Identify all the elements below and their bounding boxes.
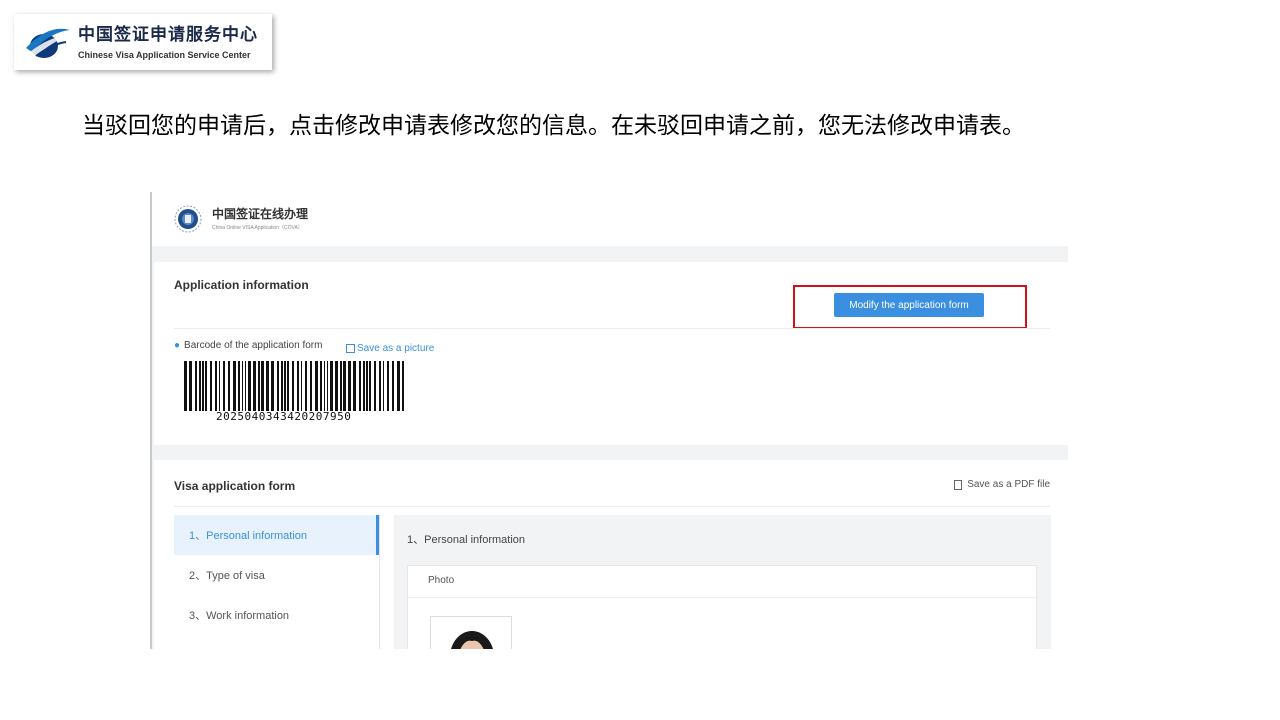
visa-center-logo: 中国签证申请服务中心 Chinese Visa Application Serv… <box>14 14 272 70</box>
save-as-picture-link[interactable]: Save as a picture <box>346 343 434 354</box>
save-as-pdf-link[interactable]: Save as a PDF file <box>954 479 1050 490</box>
visa-form-heading: Visa application form <box>174 479 296 493</box>
application-info-heading: Application information <box>174 278 309 292</box>
barcode-bar <box>202 361 204 411</box>
section-title: 1、Personal information <box>407 534 526 546</box>
cova-header: 中国签证在线办理 China Online VISA Application（C… <box>152 192 1068 246</box>
barcode-bar <box>320 361 322 411</box>
barcode-bar <box>233 361 236 411</box>
barcode-bar <box>305 361 307 411</box>
cova-screenshot: 中国签证在线办理 China Online VISA Application（C… <box>150 192 1068 649</box>
barcode-bar <box>287 361 289 411</box>
barcode-bar <box>348 361 351 411</box>
photo-label: Photo <box>428 575 455 586</box>
nav-item-label: 3、Work information <box>189 610 290 622</box>
barcode-bar <box>292 361 294 411</box>
barcode-bar <box>343 361 346 411</box>
barcode-bar <box>242 361 243 411</box>
barcode-bar <box>189 361 192 411</box>
barcode-bar <box>297 361 299 411</box>
applicant-photo <box>430 616 512 649</box>
highlight-annotation-box <box>793 285 1027 329</box>
save-icon <box>346 344 355 353</box>
barcode-bar <box>261 361 264 411</box>
nav-item-label: 1、Personal information <box>189 530 308 542</box>
barcode-bar <box>379 361 381 411</box>
nav-item-personal-information[interactable]: 1、Personal information <box>174 515 379 555</box>
barcode-bar <box>363 361 365 411</box>
barcode-bar <box>353 361 356 411</box>
barcode-bar <box>281 361 283 411</box>
barcode-bar <box>210 361 212 411</box>
barcode-label: ● Barcode of the application form <box>174 340 322 351</box>
divider <box>174 506 1050 507</box>
form-section-nav: 1、Personal information 2、Type of visa 3、… <box>174 515 380 649</box>
bullet-dot-icon: ● <box>174 340 181 351</box>
nav-item-type-of-visa[interactable]: 2、Type of visa <box>174 555 379 595</box>
divider <box>408 597 1036 598</box>
application-info-card: Application information Modify the appli… <box>154 262 1068 445</box>
barcode-bar <box>397 361 400 411</box>
barcode-bar <box>248 361 251 411</box>
logo-english-text: Chinese Visa Application Service Center <box>78 49 251 60</box>
barcode-bar <box>215 361 217 411</box>
photo-card: Photo <box>407 565 1037 649</box>
barcode-bar <box>301 361 302 411</box>
nav-item-work-information[interactable]: 3、Work information <box>174 595 379 635</box>
barcode-bar <box>310 361 312 411</box>
barcode-bar <box>374 361 376 411</box>
barcode-bar <box>402 361 404 411</box>
barcode-bar <box>266 361 269 411</box>
barcode-bar <box>340 361 342 411</box>
barcode-bar <box>366 361 368 411</box>
pdf-save-icon <box>954 479 963 490</box>
barcode-bar <box>184 361 187 411</box>
cova-emblem-icon <box>174 205 202 233</box>
logo-chinese-text: 中国签证申请服务中心 <box>78 24 258 45</box>
barcode-bar <box>205 361 207 411</box>
barcode-bar <box>315 361 318 411</box>
barcode-bar <box>324 361 325 411</box>
application-barcode <box>184 361 404 411</box>
cova-title: 中国签证在线办理 <box>212 207 309 221</box>
barcode-bar <box>330 361 333 411</box>
barcode-bar <box>392 361 394 411</box>
barcode-bar <box>369 361 371 411</box>
barcode-bar <box>258 361 260 411</box>
barcode-bar <box>228 361 230 411</box>
nav-item-label: 2、Type of visa <box>189 570 265 582</box>
visa-form-card: Visa application form Save as a PDF file… <box>154 460 1068 649</box>
barcode-bar <box>253 361 256 411</box>
barcode-bar <box>271 361 274 411</box>
barcode-label-text: Barcode of the application form <box>184 340 323 351</box>
barcode-number: 2025040343420207950 <box>216 410 352 423</box>
person-photo-icon <box>451 631 493 649</box>
globe-swoosh-icon <box>26 28 70 58</box>
barcode-bar <box>245 361 246 411</box>
barcode-bar <box>335 361 338 411</box>
barcode-bar <box>223 361 225 411</box>
form-content-panel: 1、Personal information Photo <box>394 515 1051 649</box>
barcode-bar <box>277 361 279 411</box>
cova-subtitle: China Online VISA Application（COVA） <box>212 225 303 231</box>
save-as-pdf-text: Save as a PDF file <box>967 479 1050 490</box>
barcode-bar <box>359 361 361 411</box>
barcode-bar <box>219 361 220 411</box>
divider <box>174 328 1050 329</box>
instruction-text: 当驳回您的申请后，点击修改申请表修改您的信息。在未驳回申请之前，您无法修改申请表… <box>82 113 1025 139</box>
barcode-bar <box>387 361 389 411</box>
barcode-bar <box>327 361 328 411</box>
barcode-bar <box>238 361 240 411</box>
save-as-picture-text: Save as a picture <box>357 343 435 354</box>
barcode-bar <box>383 361 384 411</box>
barcode-bar <box>195 361 197 411</box>
barcode-bar <box>199 361 201 411</box>
barcode-bar <box>284 361 286 411</box>
